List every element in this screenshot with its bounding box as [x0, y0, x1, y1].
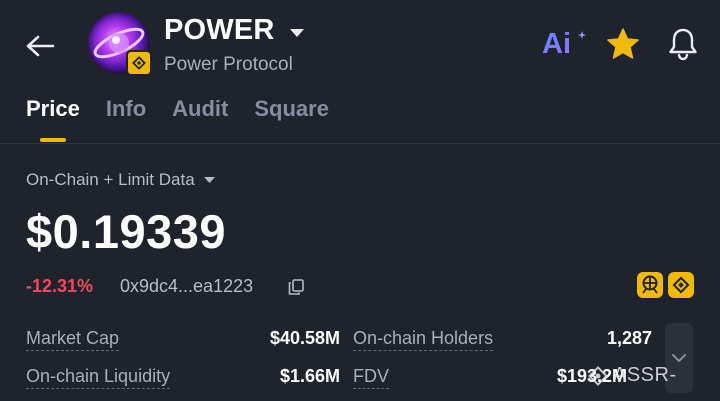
data-source-label: On-Chain + Limit Data [26, 170, 195, 189]
caret-down-icon [203, 177, 215, 183]
caret-down-icon[interactable] [289, 25, 305, 43]
back-button[interactable] [18, 26, 62, 66]
tab-price[interactable]: Price [26, 96, 80, 122]
holders-value: 1,287 [606, 328, 652, 348]
watermark-text: ASSR- [613, 364, 677, 386]
liquidity-label[interactable]: On-chain Liquidity [26, 366, 171, 389]
contract-address[interactable]: 0x9dc4...ea1223 [120, 276, 253, 297]
tab-square[interactable]: Square [254, 96, 329, 122]
star-icon[interactable] [605, 26, 641, 67]
tab-audit[interactable]: Audit [172, 96, 228, 122]
ai-button[interactable]: Ai [542, 28, 571, 61]
watermark: ASSR- [587, 364, 677, 387]
arrow-left-icon [26, 35, 55, 57]
token-name: Power Protocol [164, 54, 293, 75]
watermark-logo-icon [588, 365, 608, 386]
token-price: $0.19339 [26, 205, 227, 258]
bnb-chain-icon[interactable] [668, 272, 694, 298]
market-cap-label[interactable]: Market Cap [26, 328, 120, 351]
fdv-label[interactable]: FDV [353, 366, 389, 389]
data-source-selector[interactable]: On-Chain + Limit Data [26, 170, 216, 190]
market-cap-value: $40.58M [269, 328, 340, 348]
price-change: -12.31% [26, 276, 94, 296]
bnb-chain-icon [126, 50, 152, 76]
sparkle-icon [578, 26, 586, 39]
active-tab-indicator [40, 138, 66, 142]
bell-icon[interactable] [666, 26, 700, 67]
copy-icon[interactable] [287, 278, 305, 301]
audit-badge-icon[interactable] [637, 272, 663, 298]
tab-bar: Price Info Audit Square [26, 96, 329, 122]
divider [0, 143, 720, 144]
token-symbol[interactable]: POWER [164, 14, 275, 47]
holders-label[interactable]: On-chain Holders [353, 328, 494, 351]
liquidity-value: $1.66M [279, 366, 340, 386]
tab-info[interactable]: Info [106, 96, 146, 122]
